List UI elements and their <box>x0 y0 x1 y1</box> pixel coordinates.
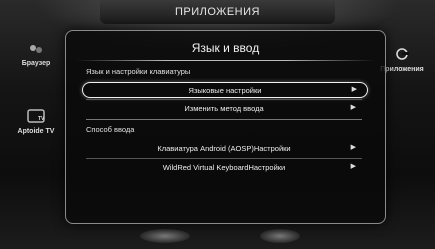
section-divider <box>86 119 362 120</box>
arrow-right-icon: ▶ <box>350 104 356 111</box>
browser-icon <box>30 45 42 53</box>
row-divider <box>86 99 362 100</box>
app-browser[interactable]: Браузер <box>14 42 58 67</box>
aptoide-icon: TV <box>27 109 45 123</box>
row-language-settings[interactable]: Языковые настройки ▶ <box>82 82 368 98</box>
app-apps-label: Приложения <box>380 66 424 73</box>
svg-text:TV: TV <box>38 116 45 122</box>
section-header-keyboard: Язык и настройки клавиатуры <box>86 67 191 76</box>
header-title: ПРИЛОЖЕНИЯ <box>175 6 260 18</box>
section-header-input-method: Способ ввода <box>86 125 135 134</box>
row-divider <box>86 158 362 159</box>
row-change-input-method[interactable]: Изменить метод ввода ▶ <box>82 101 366 115</box>
app-browser-label: Браузер <box>21 60 51 67</box>
title-divider <box>76 60 375 61</box>
apps-icon <box>396 48 409 60</box>
row-label: WildRed Virtual KeyboardНастройки <box>162 162 286 172</box>
dialog-title: Язык и ввод <box>191 41 260 55</box>
dock-item <box>140 229 190 243</box>
arrow-right-icon: ▶ <box>351 86 357 93</box>
arrow-right-icon: ▶ <box>350 144 356 151</box>
row-wildred-keyboard[interactable]: WildRed Virtual KeyboardНастройки ▶ <box>82 160 366 174</box>
row-label: Изменить метод ввода <box>184 103 264 113</box>
arrow-right-icon: ▶ <box>350 163 356 170</box>
dock-item <box>260 229 300 243</box>
row-label: Языковые настройки <box>188 85 262 95</box>
app-aptoide-label: Aptoide TV <box>17 128 55 135</box>
row-aosp-keyboard[interactable]: Клавиатура Android (AOSP)Настройки ▶ <box>82 141 366 155</box>
row-label: Клавиатура Android (AOSP)Настройки <box>157 143 291 153</box>
language-input-dialog: Язык и ввод Язык и настройки клавиатуры … <box>65 30 386 224</box>
app-aptoide-tv[interactable]: TV Aptoide TV <box>8 108 64 135</box>
